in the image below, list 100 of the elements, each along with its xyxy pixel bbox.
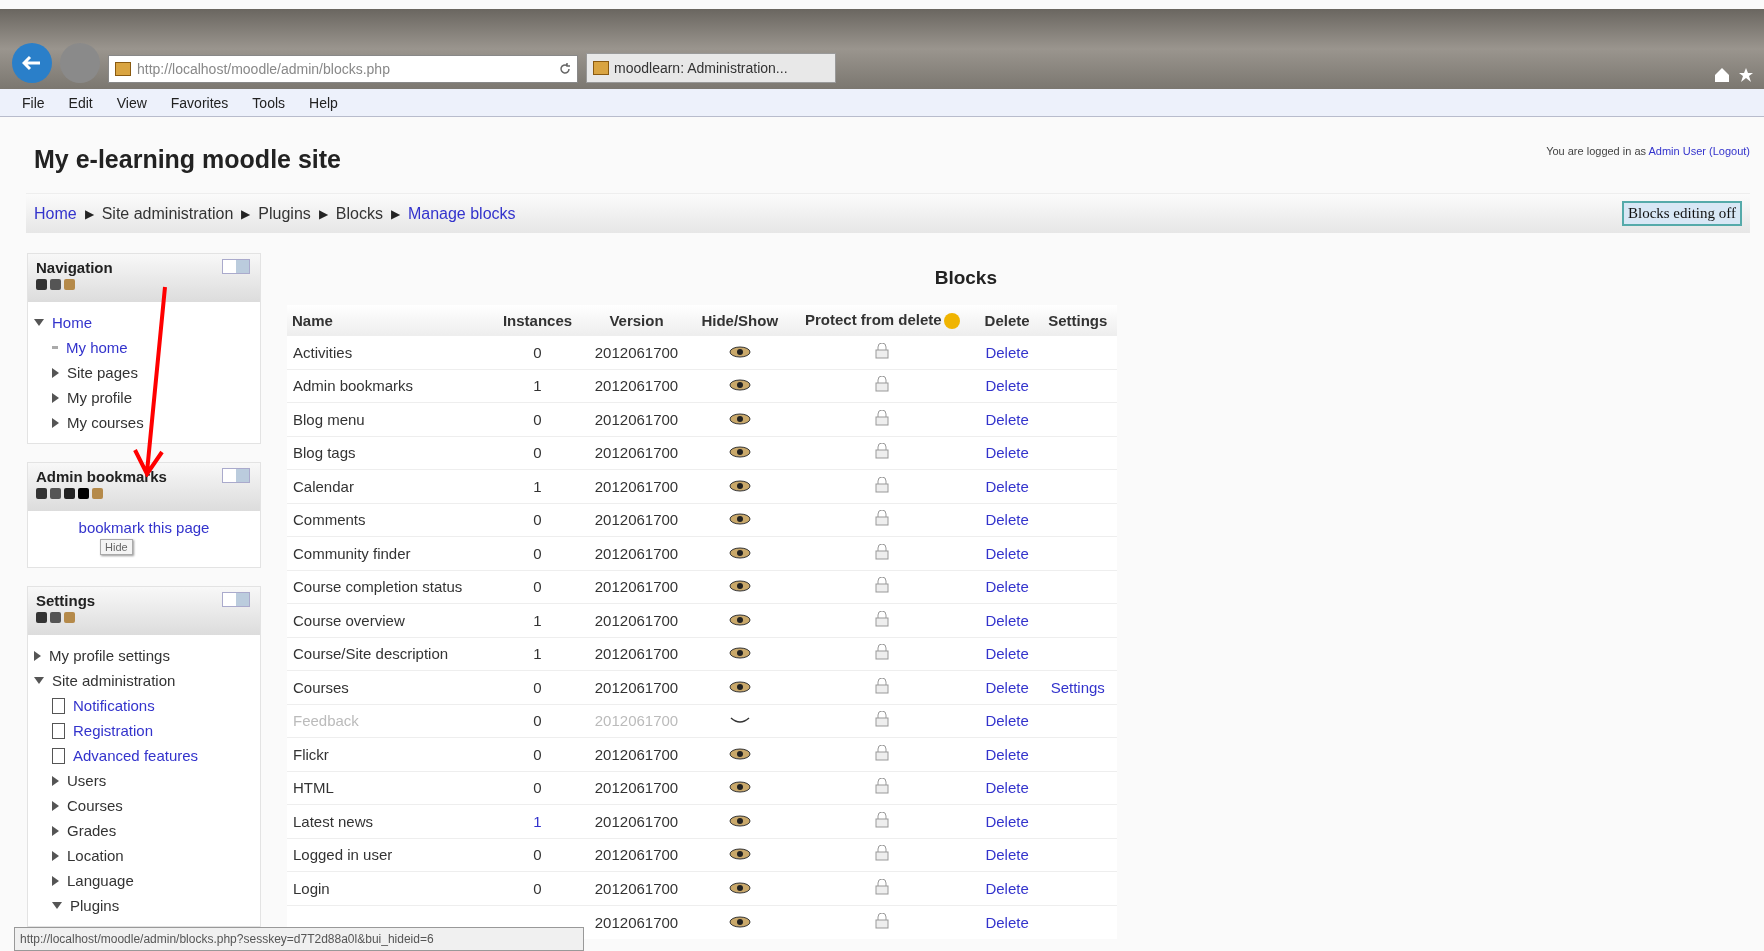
block-name: Login bbox=[293, 879, 330, 897]
address-bar[interactable]: http://localhost/moodle/admin/blocks.php bbox=[108, 55, 578, 83]
eye-icon[interactable] bbox=[728, 848, 751, 861]
page-icon bbox=[52, 722, 65, 739]
block-name: Calendar bbox=[293, 477, 354, 495]
version-text: 2012061700 bbox=[594, 377, 679, 395]
block-title: Admin bookmarks bbox=[36, 468, 167, 485]
breadcrumb-link[interactable]: Home bbox=[34, 204, 77, 223]
block-name: Course overview bbox=[293, 611, 405, 629]
instances-count: 0 bbox=[533, 712, 542, 730]
instances-count: 0 bbox=[533, 779, 542, 797]
nav-item[interactable]: Users bbox=[67, 772, 107, 789]
nav-link[interactable]: Registration bbox=[73, 722, 154, 739]
tooltip: Hide bbox=[100, 539, 133, 555]
nav-item[interactable]: My profile settings bbox=[49, 647, 170, 664]
version-text: 2012061700 bbox=[594, 477, 679, 495]
expand-arrow-icon[interactable] bbox=[52, 800, 59, 811]
column-header: Protect from delete bbox=[788, 305, 976, 336]
logout-link[interactable]: (Logout) bbox=[1709, 145, 1750, 157]
block-name: Course/Site description bbox=[293, 645, 449, 663]
nav-item[interactable]: Site administration bbox=[52, 672, 176, 689]
column-header: Version bbox=[582, 305, 691, 336]
column-header: Settings bbox=[1038, 305, 1117, 336]
eye-icon[interactable] bbox=[728, 814, 751, 827]
block-name: Flickr bbox=[293, 745, 329, 763]
nav-item[interactable]: Site pages bbox=[67, 364, 138, 381]
eye-icon[interactable] bbox=[728, 915, 751, 928]
eye-icon[interactable] bbox=[728, 345, 751, 358]
separator-icon: ▶ bbox=[318, 207, 328, 220]
blocks-editing-button[interactable]: Blocks editing off bbox=[1621, 201, 1742, 226]
block-title: Navigation bbox=[36, 259, 113, 276]
eye-icon[interactable] bbox=[728, 580, 751, 593]
breadcrumb-item: Plugins bbox=[258, 204, 311, 223]
expand-arrow-icon[interactable] bbox=[34, 650, 41, 661]
expand-arrow-icon[interactable] bbox=[34, 319, 44, 326]
nav-item[interactable]: My courses bbox=[67, 414, 144, 431]
menu-item[interactable]: Tools bbox=[252, 94, 286, 111]
eye-icon[interactable] bbox=[728, 546, 751, 559]
user-link[interactable]: Admin User bbox=[1648, 145, 1706, 157]
instances-link[interactable]: 1 bbox=[533, 812, 542, 830]
nav-item[interactable]: Grades bbox=[67, 822, 117, 839]
nav-item[interactable]: Location bbox=[67, 847, 124, 864]
nav-item[interactable]: Courses bbox=[67, 797, 123, 814]
eye-icon[interactable] bbox=[728, 781, 751, 794]
expand-arrow-icon[interactable] bbox=[52, 367, 59, 378]
expand-arrow-icon[interactable] bbox=[52, 775, 59, 786]
nav-item[interactable]: My profile bbox=[67, 389, 133, 406]
version-text: 2012061700 bbox=[594, 511, 679, 529]
expand-arrow-icon[interactable] bbox=[52, 417, 59, 428]
eye-icon[interactable] bbox=[728, 379, 751, 392]
expand-arrow-icon[interactable] bbox=[52, 850, 59, 861]
bookmark-link[interactable]: bookmark this page bbox=[78, 519, 210, 536]
instances-count: 0 bbox=[533, 343, 542, 361]
column-header: Delete bbox=[975, 305, 1039, 336]
version-text: 2012061700 bbox=[594, 846, 679, 864]
menu-item[interactable]: View bbox=[116, 94, 147, 111]
expand-arrow-icon[interactable] bbox=[52, 902, 62, 909]
back-arrow-icon bbox=[22, 55, 42, 71]
expand-arrow-icon[interactable] bbox=[34, 677, 44, 684]
browser-tab[interactable]: moodlearn: Administration... bbox=[586, 53, 836, 83]
home-icon[interactable] bbox=[1714, 67, 1730, 83]
column-header: Instances bbox=[492, 305, 583, 336]
block-name: HTML bbox=[293, 779, 334, 797]
expand-arrow-icon[interactable] bbox=[52, 392, 59, 403]
eye-icon[interactable] bbox=[728, 412, 751, 425]
menu-item[interactable]: Favorites bbox=[170, 94, 229, 111]
instances-count: 0 bbox=[533, 745, 542, 763]
eye-icon[interactable] bbox=[728, 513, 751, 526]
block-name: Courses bbox=[293, 678, 349, 696]
bullet-icon bbox=[52, 346, 58, 349]
eye-icon[interactable] bbox=[728, 446, 751, 459]
nav-item[interactable]: Language bbox=[67, 872, 134, 889]
back-button[interactable] bbox=[12, 43, 52, 83]
nav-link[interactable]: Advanced features bbox=[73, 747, 199, 764]
block-name: Activities bbox=[293, 343, 353, 361]
eye-icon[interactable] bbox=[728, 479, 751, 492]
nav-link[interactable]: Notifications bbox=[73, 697, 155, 714]
nav-item[interactable]: Plugins bbox=[70, 897, 120, 914]
breadcrumb-link[interactable]: Manage blocks bbox=[407, 204, 516, 223]
nav-link[interactable]: Home bbox=[52, 314, 92, 331]
eye-icon[interactable] bbox=[728, 680, 751, 693]
expand-arrow-icon[interactable] bbox=[52, 825, 59, 836]
expand-arrow-icon[interactable] bbox=[52, 875, 59, 886]
eye-icon[interactable] bbox=[728, 613, 751, 626]
version-text: 2012061700 bbox=[594, 410, 679, 428]
refresh-icon[interactable] bbox=[559, 63, 571, 75]
version-text: 2012061700 bbox=[594, 645, 679, 663]
site-favicon bbox=[115, 62, 131, 76]
menu-item[interactable]: Edit bbox=[68, 94, 93, 111]
nav-link[interactable]: My home bbox=[66, 339, 128, 356]
menu-item[interactable]: File bbox=[22, 94, 45, 111]
menu-item[interactable]: Help bbox=[309, 94, 338, 111]
version-text: 2012061700 bbox=[594, 444, 679, 462]
instances-count: 0 bbox=[533, 846, 542, 864]
block-name: Blog menu bbox=[293, 410, 365, 428]
eye-icon[interactable] bbox=[728, 881, 751, 894]
eye-icon[interactable] bbox=[728, 647, 751, 660]
star-icon[interactable] bbox=[1738, 67, 1754, 83]
version-text: 2012061700 bbox=[594, 712, 679, 730]
eye-icon[interactable] bbox=[728, 747, 751, 760]
